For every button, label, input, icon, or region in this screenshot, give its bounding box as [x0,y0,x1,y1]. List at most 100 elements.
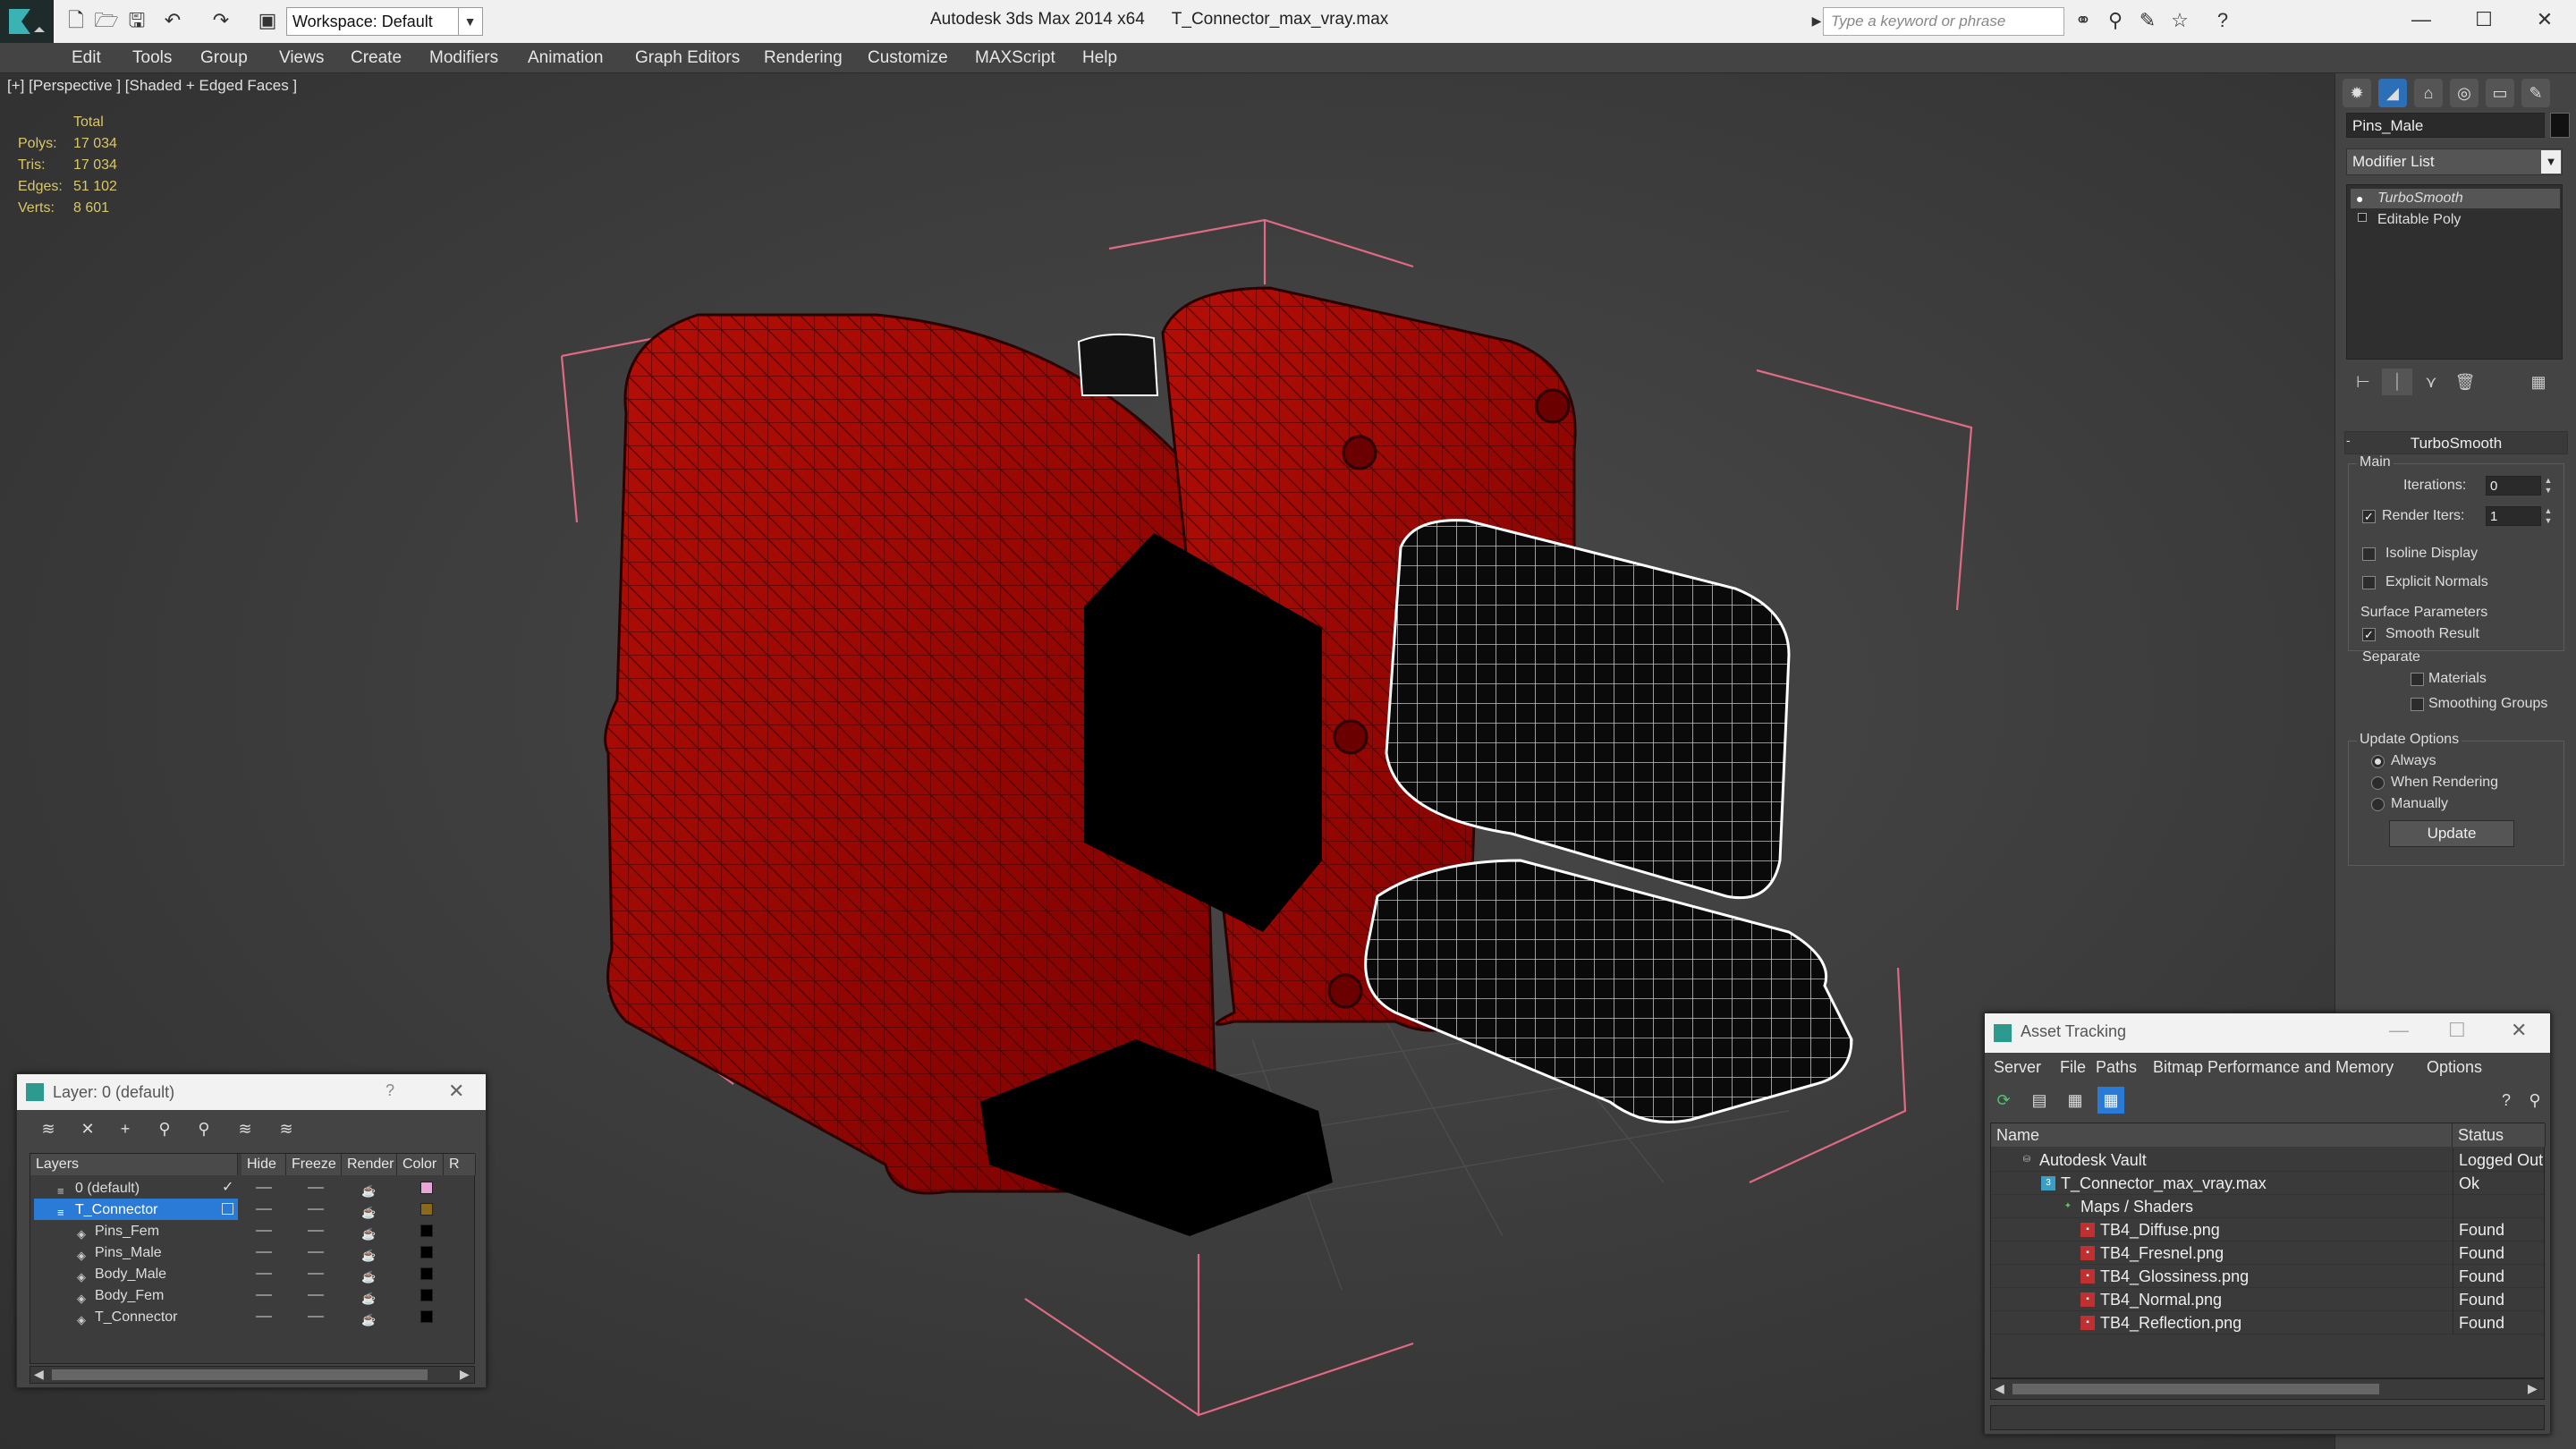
create-layer-icon[interactable]: ≋ [35,1115,62,1142]
iterations-spinner[interactable]: 0 [2486,476,2541,496]
object-name[interactable]: T_Connector [91,1307,187,1326]
table-row[interactable]: ◈ Body_Male ☕ [30,1263,476,1284]
menu-modifiers[interactable]: Modifiers [429,43,498,73]
search-input[interactable]: Type a keyword or phrase [1823,7,2064,36]
scrollbar-thumb[interactable] [2012,1384,2379,1394]
hide-toggle[interactable] [256,1273,272,1275]
render-iters-checkbox[interactable]: ✓ [2362,510,2376,523]
table-view-icon[interactable]: ▦ [2097,1087,2124,1114]
remove-modifier-icon[interactable]: 🗑 [2450,369,2480,395]
freeze-toggle[interactable] [308,1230,324,1232]
lightbulb-icon[interactable]: ● [2356,191,2363,206]
table-row[interactable]: ▪ TB4_Normal.png Found [1991,1288,2546,1311]
delete-layer-icon[interactable]: ✕ [74,1115,101,1142]
close-icon[interactable]: ✕ [2511,1019,2527,1042]
close-icon[interactable]: ✕ [2513,0,2576,39]
chevron-down-icon[interactable]: ▼ [458,7,481,36]
horizontal-scrollbar[interactable]: ◀ ▶ [1990,1378,2545,1400]
expand-box-icon[interactable] [2358,213,2367,222]
when-rendering-radio[interactable] [2371,776,2385,790]
hide-toggle[interactable] [256,1294,272,1296]
render-iters-spinner[interactable]: 1 [2486,506,2541,526]
scrollbar-thumb[interactable] [52,1369,428,1380]
table-row[interactable]: ▪ TB4_Reflection.png Found [1991,1311,2546,1335]
create-tab-icon[interactable]: ✹ [2343,79,2371,107]
hide-toggle[interactable] [256,1316,272,1318]
project-folder-icon[interactable]: ▣ [254,7,281,34]
modify-tab-icon[interactable]: ◢ [2378,79,2407,107]
layer-name[interactable]: 0 (default) [72,1178,148,1198]
column-header[interactable]: Freeze [286,1154,342,1175]
freeze-all-layers-icon[interactable]: ≋ [273,1115,300,1142]
close-icon[interactable]: ✕ [448,1080,464,1103]
tree-view-icon[interactable]: ▦ [2062,1087,2089,1114]
table-row[interactable]: 3 T_Connector_max_vray.max Ok [1991,1172,2546,1195]
stack-item-editable-poly[interactable]: Editable Poly [2351,210,2560,230]
table-row[interactable]: ▪ TB4_Diffuse.png Found [1991,1218,2546,1241]
current-layer-box[interactable] [222,1203,233,1215]
column-header[interactable]: Name [1991,1123,2453,1147]
save-icon[interactable]: 🖫 [123,7,150,34]
new-file-icon[interactable]: 🗋 [63,7,89,34]
layer-color-swatch[interactable] [420,1267,433,1280]
column-header[interactable]: R [444,1154,476,1175]
materials-checkbox[interactable] [2411,673,2424,686]
freeze-toggle[interactable] [308,1251,324,1253]
layer-color-swatch[interactable] [420,1246,433,1258]
binoculars-icon[interactable]: ⚭ [2070,7,2097,34]
column-header[interactable]: Color [397,1154,444,1175]
menu-maxscript[interactable]: MAXScript [975,43,1055,73]
workspace-select[interactable]: Workspace: Default [286,7,483,36]
asset-menu-paths[interactable]: Paths [2096,1055,2137,1080]
freeze-toggle[interactable] [308,1273,324,1275]
help-icon[interactable]: ? [2493,1087,2520,1114]
menu-help[interactable]: Help [1082,43,1117,73]
object-color-swatch[interactable] [2550,113,2570,138]
layer-panel-header[interactable]: Layer: 0 (default) ? ✕ [17,1074,486,1110]
motion-tab-icon[interactable]: ◎ [2450,79,2479,107]
current-layer-check-icon[interactable]: ✓ [222,1177,233,1199]
layer-color-swatch[interactable] [420,1224,433,1237]
object-name[interactable]: Body_Male [91,1264,175,1284]
freeze-toggle[interactable] [308,1208,324,1210]
menu-tools[interactable]: Tools [132,43,172,73]
table-row[interactable]: ≡ 0 (default) ✓ ☕ [30,1177,476,1199]
minimize-icon[interactable]: — [2390,0,2453,39]
minimize-icon[interactable]: — [2389,1019,2409,1042]
smoothing-groups-checkbox[interactable] [2411,698,2424,711]
render-teapot-icon[interactable]: ☕ [361,1309,376,1331]
always-radio[interactable] [2371,755,2385,768]
scroll-left-icon[interactable]: ◀ [34,1367,44,1382]
menu-edit[interactable]: Edit [72,43,101,73]
display-tab-icon[interactable]: ▭ [2486,79,2514,107]
object-name[interactable]: Pins_Fem [91,1221,168,1241]
refresh-icon[interactable]: ⟳ [1990,1087,2017,1114]
table-row[interactable]: ≡ T_Connector ☕ [30,1199,476,1220]
stack-item-turbosmooth[interactable]: TurboSmooth [2351,189,2560,208]
maximize-icon[interactable]: ☐ [2448,1019,2466,1042]
asset-path-field[interactable] [1990,1405,2545,1430]
menu-rendering[interactable]: Rendering [764,43,843,73]
menu-views[interactable]: Views [279,43,324,73]
asset-menu-options[interactable]: Options [2427,1055,2482,1080]
menu-graph-editors[interactable]: Graph Editors [635,43,740,73]
open-file-icon[interactable]: 🗁 [93,7,120,34]
layer-name[interactable]: T_Connector [72,1199,167,1219]
asset-menu-server[interactable]: Server [1994,1055,2041,1080]
chevron-down-icon[interactable]: ▼ [2541,150,2561,174]
collapse-icon[interactable]: - [2346,433,2351,447]
scroll-right-icon[interactable]: ▶ [2528,1381,2538,1396]
help-icon[interactable]: ? [2209,7,2236,34]
horizontal-scrollbar[interactable]: ◀ ▶ [30,1366,475,1384]
asset-menu-file[interactable]: File [2060,1055,2086,1080]
pin-icon[interactable]: ⚲ [2521,1087,2548,1114]
column-header[interactable]: Layers [30,1154,238,1175]
undo-icon[interactable]: ↶ [159,7,186,34]
column-header[interactable]: Render [342,1154,397,1175]
manually-radio[interactable] [2371,798,2385,811]
table-row[interactable]: ✦ Maps / Shaders [1991,1195,2546,1218]
isoline-display-checkbox[interactable] [2362,547,2376,561]
layer-color-swatch[interactable] [420,1310,433,1323]
show-end-result-icon[interactable]: ⏐ [2382,369,2412,395]
hide-toggle[interactable] [256,1208,272,1210]
